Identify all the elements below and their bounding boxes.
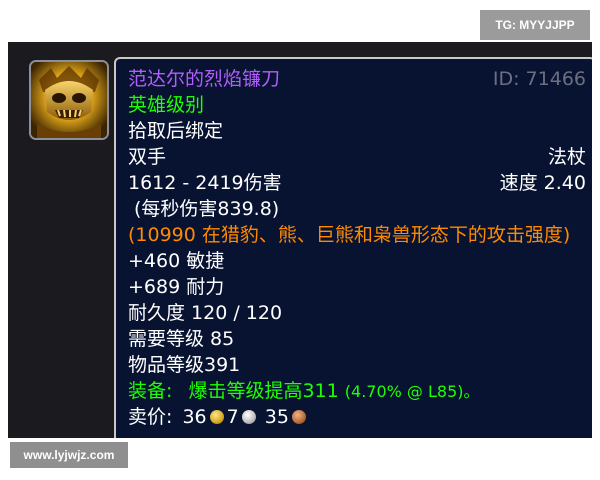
equip-effect-detail: (4.70% @ L85)。 <box>344 382 480 401</box>
item-name: 范达尔的烈焰镰刀 <box>128 68 281 90</box>
sell-label: 卖价: <box>128 406 173 428</box>
item-slot: 双手 <box>128 146 167 168</box>
item-agility: +460 敏捷 <box>128 250 225 272</box>
item-binding: 拾取后绑定 <box>128 120 224 142</box>
sell-copper-amount: 35 <box>264 406 289 428</box>
silver-coin-icon <box>241 410 256 424</box>
item-sell-price: 卖价: 36 7 35 <box>128 405 309 429</box>
item-feral-ap: (10990 在猎豹、熊、巨熊和枭兽形态下的攻击强度) <box>128 224 571 246</box>
item-type: 法杖 <box>547 146 586 168</box>
item-equip-effect: 装备: 爆击等级提高311 (4.70% @ L85)。 <box>128 379 480 404</box>
equip-prefix: 装备: <box>128 380 173 402</box>
watermark-top: TG: MYYJJPP <box>480 10 590 40</box>
sell-gold-amount: 36 <box>182 406 207 428</box>
game-panel: 范达尔的烈焰镰刀 ID: 71466 英雄级别 拾取后绑定 双手 法杖 1612… <box>8 42 592 438</box>
item-quality: 英雄级别 <box>128 94 205 116</box>
item-durability: 耐久度 120 / 120 <box>128 302 283 324</box>
sell-silver-amount: 7 <box>226 406 239 428</box>
gold-coin-icon <box>209 410 224 424</box>
item-dps: (每秒伤害839.8) <box>134 198 280 220</box>
flaming-skull-icon-art <box>31 62 107 138</box>
equip-effect-text: 爆击等级提高311 <box>188 380 339 402</box>
item-level: 物品等级391 <box>128 354 241 376</box>
item-speed: 速度 2.40 <box>499 172 586 194</box>
watermark-bottom: www.lyjwjz.com <box>10 442 128 468</box>
item-tooltip: 范达尔的烈焰镰刀 ID: 71466 英雄级别 拾取后绑定 双手 法杖 1612… <box>114 57 592 438</box>
copper-coin-icon <box>291 410 306 424</box>
flaming-skull-icon[interactable] <box>29 60 109 140</box>
item-damage: 1612 - 2419伤害 <box>128 172 282 194</box>
item-required-level: 需要等级 85 <box>128 328 235 350</box>
item-id: ID: 71466 <box>492 68 586 90</box>
item-stamina: +689 耐力 <box>128 276 225 298</box>
